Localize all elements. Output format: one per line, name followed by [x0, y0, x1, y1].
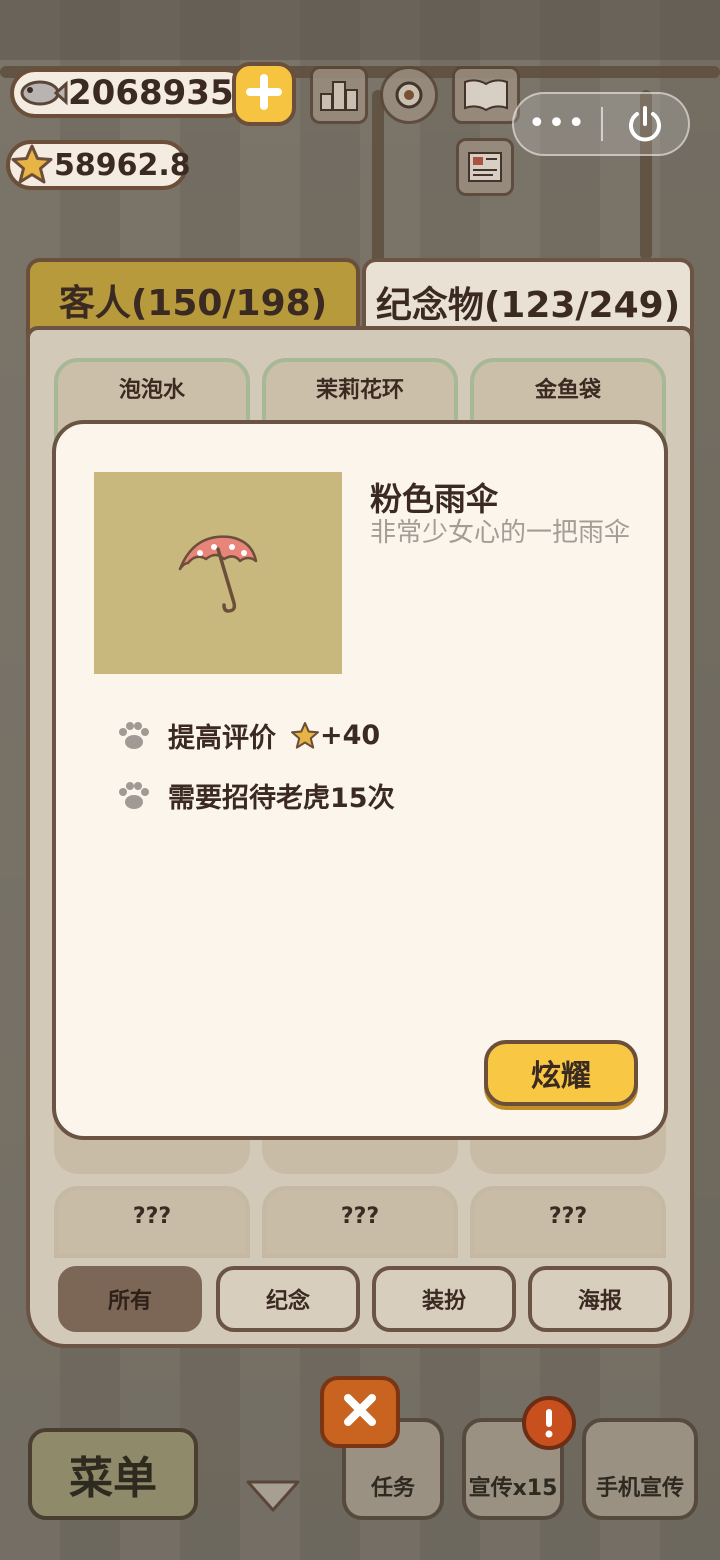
filter-poster-button[interactable]: 海报	[528, 1266, 672, 1332]
paw-icon	[116, 718, 152, 754]
phone-promo-button[interactable]: 手机宣传	[582, 1418, 698, 1520]
item-title: 粉色雨伞	[370, 480, 499, 518]
star-currency-pill: 58962.8	[6, 139, 191, 191]
ranking-icon[interactable]	[310, 66, 368, 124]
filter-all-button[interactable]: 所有	[58, 1266, 202, 1332]
star-icon	[290, 721, 320, 751]
chevron-down-icon[interactable]	[244, 1478, 302, 1518]
stat-value: +40	[320, 720, 381, 751]
star-amount: 58962.8	[54, 147, 191, 183]
star-icon	[10, 139, 54, 191]
locked-label: ???	[132, 1204, 172, 1229]
locked-label: ???	[340, 1204, 380, 1229]
promo-label: 宣传x15	[468, 1476, 558, 1501]
filter-souvenir-button[interactable]: 纪念	[216, 1266, 360, 1332]
locked-label: ???	[548, 1204, 588, 1229]
menu-button[interactable]: 菜单	[28, 1428, 198, 1520]
filter-outfit-button[interactable]: 装扮	[372, 1266, 516, 1332]
phone-promo-label: 手机宣传	[595, 1476, 684, 1501]
background-beam	[372, 90, 384, 270]
add-currency-button[interactable]	[232, 62, 296, 126]
notice-board-icon[interactable]	[456, 138, 514, 196]
souvenir-card-locked[interactable]: ???	[470, 1186, 666, 1258]
item-description: 非常少女心的一把雨伞	[370, 518, 631, 548]
power-icon[interactable]	[603, 104, 688, 144]
settings-gear-icon[interactable]	[380, 66, 438, 124]
close-modal-button[interactable]	[320, 1376, 400, 1448]
paw-icon	[116, 778, 152, 814]
pink-umbrella-icon	[178, 535, 258, 613]
album-book-icon[interactable]	[452, 66, 520, 124]
plus-icon	[245, 73, 283, 115]
stat-requirement: 需要招待老虎15次	[116, 776, 395, 815]
item-image	[94, 472, 342, 674]
souvenir-card-locked[interactable]: ???	[262, 1186, 458, 1258]
tasks-label: 任务	[370, 1476, 415, 1501]
stat-rating: 提高评价 +40	[116, 716, 380, 755]
miniprogram-capsule: •••	[512, 92, 690, 156]
stat-label: 需要招待老虎15次	[168, 783, 395, 814]
souvenir-card-locked[interactable]: ???	[54, 1186, 250, 1258]
stat-label: 提高评价	[168, 723, 276, 754]
alert-badge-icon	[522, 1396, 576, 1450]
close-icon	[340, 1390, 380, 1434]
fish-icon	[16, 67, 68, 119]
show-off-button[interactable]: 炫耀	[484, 1040, 638, 1106]
more-icon[interactable]: •••	[514, 109, 601, 139]
fish-amount: 2068935	[68, 73, 234, 113]
fish-currency-pill: 2068935	[10, 68, 250, 118]
status-bar-area	[0, 0, 720, 60]
item-detail-modal: 粉色雨伞 非常少女心的一把雨伞 提高评价 +40 需要招待老虎15次 炫耀	[52, 420, 668, 1140]
